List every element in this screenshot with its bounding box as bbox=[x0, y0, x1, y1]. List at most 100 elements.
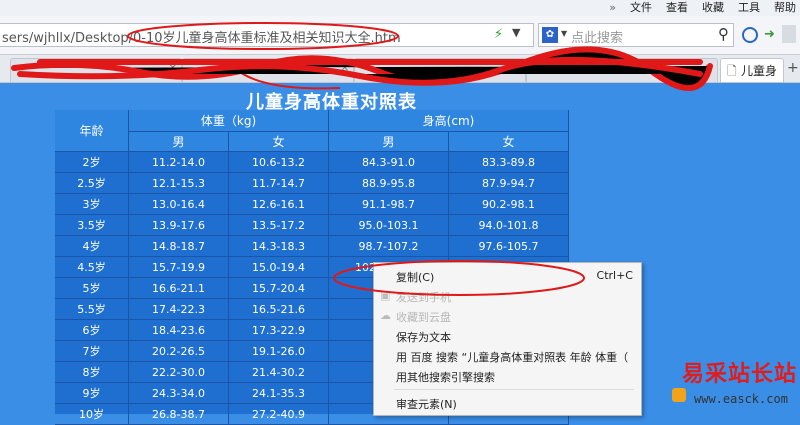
table-cell-weight-male: 20.2-26.5 bbox=[129, 341, 229, 362]
table-cell-height-male: 84.3-91.0 bbox=[329, 152, 449, 173]
menu-item-send-to-phone-label: 发送到手机 bbox=[396, 291, 451, 304]
age-header: 年龄 bbox=[55, 110, 129, 152]
search-engine-caret-icon[interactable]: ▼ bbox=[561, 29, 567, 38]
address-toolbar: sers/wjhllx/Desktop/0-10岁儿童身高体重标准及相关知识大全… bbox=[0, 16, 800, 55]
table-cell-height-male: 88.9-95.8 bbox=[329, 173, 449, 194]
table-cell-weight-female: 24.1-35.3 bbox=[229, 383, 329, 404]
menu-item-copy-label: 复制(C) bbox=[396, 271, 435, 284]
menu-item-copy[interactable]: 复制(C) Ctrl+C bbox=[374, 266, 641, 286]
table-cell-age: 5.5岁 bbox=[55, 299, 129, 320]
table-cell-height-male: 98.7-107.2 bbox=[329, 236, 449, 257]
table-cell-age: 5岁 bbox=[55, 278, 129, 299]
context-menu: 复制(C) Ctrl+C ▣ 发送到手机 ☁ 收藏到云盘 保存为文本 用 百度 … bbox=[373, 262, 642, 416]
tab-close-icon[interactable]: ✕ bbox=[341, 63, 349, 74]
weight-header: 体重（kg) bbox=[129, 110, 329, 132]
table-cell-height-female: 97.6-105.7 bbox=[449, 236, 569, 257]
table-cell-weight-female: 15.7-20.4 bbox=[229, 278, 329, 299]
tab-redacted-4[interactable]: ✕ bbox=[526, 58, 718, 82]
table-cell-weight-male: 14.8-18.7 bbox=[129, 236, 229, 257]
table-cell-weight-male: 26.8-38.7 bbox=[129, 404, 229, 425]
table-cell-weight-female: 14.3-18.3 bbox=[229, 236, 329, 257]
table-cell-age: 4岁 bbox=[55, 236, 129, 257]
table-cell-weight-female: 21.4-30.2 bbox=[229, 362, 329, 383]
address-dropdown-icon[interactable]: ▼ bbox=[512, 26, 520, 39]
table-cell-weight-female: 19.1-26.0 bbox=[229, 341, 329, 362]
tab-close-icon[interactable]: ✕ bbox=[705, 63, 713, 74]
document-icon: 🗋 bbox=[727, 64, 737, 78]
menu-file[interactable]: 文件 bbox=[630, 0, 652, 16]
tab-redacted-3[interactable]: ✕ bbox=[354, 58, 526, 82]
table-cell-weight-male: 12.1-15.3 bbox=[129, 173, 229, 194]
table-cell-weight-male: 15.7-19.9 bbox=[129, 257, 229, 278]
address-input[interactable]: sers/wjhllx/Desktop/0-10岁儿童身高体重标准及相关知识大全… bbox=[0, 23, 534, 47]
sub-header-weight-male: 男 bbox=[129, 132, 229, 152]
menu-item-other-search[interactable]: 用其他搜索引擎搜索 bbox=[374, 366, 641, 386]
tab-active-label: 儿童身 bbox=[741, 64, 778, 78]
menu-item-save-as-text[interactable]: 保存为文本 bbox=[374, 326, 641, 346]
address-url-text: sers/wjhllx/Desktop/0-10岁儿童身高体重标准及相关知识大全… bbox=[2, 31, 401, 46]
menu-item-baidu-search-label: 用 百度 搜索 “儿童身高体重对照表 年龄 体重（ bbox=[396, 351, 629, 364]
site-watermark: 易采站长站 www.easck.com bbox=[672, 352, 800, 414]
table-cell-height-female: 83.3-89.8 bbox=[449, 152, 569, 173]
table-cell-age: 3.5岁 bbox=[55, 215, 129, 236]
table-cell-weight-female: 27.2-40.9 bbox=[229, 404, 329, 425]
table-cell-age: 3岁 bbox=[55, 194, 129, 215]
search-placeholder: 点此搜索 bbox=[571, 31, 624, 46]
menu-item-inspect[interactable]: 审查元素(N) bbox=[374, 393, 641, 413]
table-cell-age: 2.5岁 bbox=[55, 173, 129, 194]
table-cell-weight-female: 10.6-13.2 bbox=[229, 152, 329, 173]
sub-header-height-female: 女 bbox=[449, 132, 569, 152]
menu-item-save-to-cloud-label: 收藏到云盘 bbox=[396, 311, 451, 324]
phone-icon: ▣ bbox=[380, 289, 391, 302]
tab-close-icon[interactable]: ✕ bbox=[513, 63, 521, 74]
menu-tools[interactable]: 工具 bbox=[738, 0, 760, 16]
height-header: 身高(cm) bbox=[329, 110, 569, 132]
tab-close-icon[interactable]: ✕ bbox=[169, 63, 177, 74]
menu-separator bbox=[394, 389, 634, 390]
table-cell-weight-male: 13.0-16.4 bbox=[129, 194, 229, 215]
watermark-url-text: www.easck.com bbox=[694, 392, 788, 406]
menu-item-baidu-search[interactable]: 用 百度 搜索 “儿童身高体重对照表 年龄 体重（ bbox=[374, 346, 641, 366]
table-cell-weight-female: 11.7-14.7 bbox=[229, 173, 329, 194]
table-cell-age: 9岁 bbox=[55, 383, 129, 404]
table-cell-height-male: 91.1-98.7 bbox=[329, 194, 449, 215]
table-cell-age: 10岁 bbox=[55, 404, 129, 425]
menu-item-save-as-text-label: 保存为文本 bbox=[396, 331, 451, 344]
new-tab-button[interactable]: + bbox=[787, 60, 799, 76]
menu-overflow-chevron[interactable]: » bbox=[609, 0, 616, 16]
toolbar-scroll-handle[interactable] bbox=[782, 25, 796, 43]
speed-mode-icon[interactable]: ⚡ bbox=[494, 27, 503, 42]
tab-active[interactable]: 🗋 儿童身 bbox=[720, 58, 784, 82]
table-cell-weight-male: 11.2-14.0 bbox=[129, 152, 229, 173]
watermark-cn-text: 易采站长站 bbox=[682, 362, 798, 387]
tab-redacted-1[interactable]: ✕ bbox=[10, 58, 182, 82]
search-icon[interactable]: ⚲ bbox=[718, 25, 729, 43]
menu-favorites[interactable]: 收藏 bbox=[702, 0, 724, 16]
menu-bar: » 文件 查看 收藏 工具 帮助 bbox=[0, 0, 800, 16]
watermark-logo-icon bbox=[672, 388, 686, 402]
table-cell-weight-female: 17.3-22.9 bbox=[229, 320, 329, 341]
table-cell-weight-male: 24.3-34.0 bbox=[129, 383, 229, 404]
table-cell-height-female: 90.2-98.1 bbox=[449, 194, 569, 215]
table-cell-weight-male: 13.9-17.6 bbox=[129, 215, 229, 236]
table-cell-weight-male: 22.2-30.0 bbox=[129, 362, 229, 383]
table-cell-weight-female: 12.6-16.1 bbox=[229, 194, 329, 215]
extension-ring-icon[interactable] bbox=[742, 27, 758, 43]
sub-header-weight-female: 女 bbox=[229, 132, 329, 152]
table-cell-weight-female: 13.5-17.2 bbox=[229, 215, 329, 236]
table-cell-age: 2岁 bbox=[55, 152, 129, 173]
menu-item-save-to-cloud: ☁ 收藏到云盘 bbox=[374, 306, 641, 326]
sub-header-height-male: 男 bbox=[329, 132, 449, 152]
extension-arrow-icon[interactable]: ➜ bbox=[764, 27, 775, 42]
table-cell-height-male: 95.0-103.1 bbox=[329, 215, 449, 236]
table-cell-weight-male: 18.4-23.6 bbox=[129, 320, 229, 341]
menu-help[interactable]: 帮助 bbox=[774, 0, 796, 16]
table-cell-weight-male: 17.4-22.3 bbox=[129, 299, 229, 320]
tab-bar: ✕ ✕ ✕ ✕ 🗋 儿童身 + bbox=[0, 55, 800, 83]
menu-view[interactable]: 查看 bbox=[666, 0, 688, 16]
menu-item-inspect-label: 审查元素(N) bbox=[396, 398, 457, 411]
search-box[interactable]: ✿ ▼ 点此搜索 ⚲ bbox=[538, 23, 734, 47]
baidu-paw-icon[interactable]: ✿ bbox=[542, 27, 558, 43]
table-cell-weight-male: 16.6-21.1 bbox=[129, 278, 229, 299]
tab-redacted-2[interactable]: ✕ bbox=[182, 58, 354, 82]
